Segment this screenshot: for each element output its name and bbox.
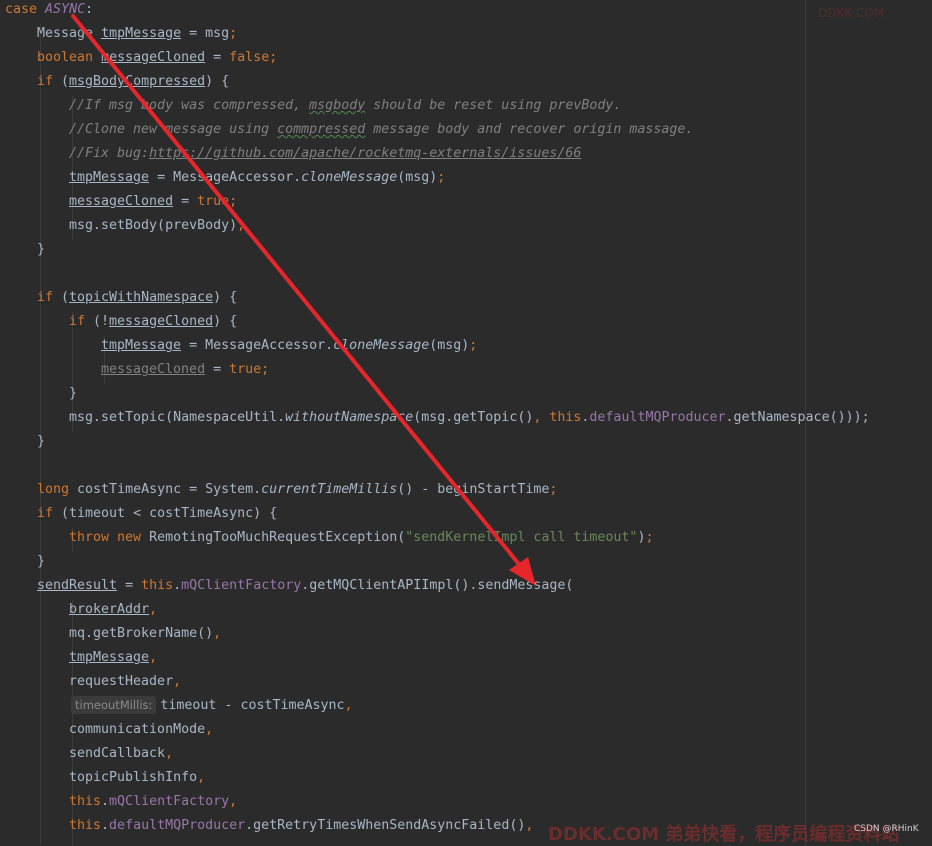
watermark: DDKK.COM 弟弟快看，程序员编程资料站 [548, 824, 900, 845]
watermark-corner: DDKK.COM [818, 6, 885, 20]
annotation-arrow [71, 14, 536, 586]
author-credit: CSDN @RHinK [854, 824, 919, 834]
